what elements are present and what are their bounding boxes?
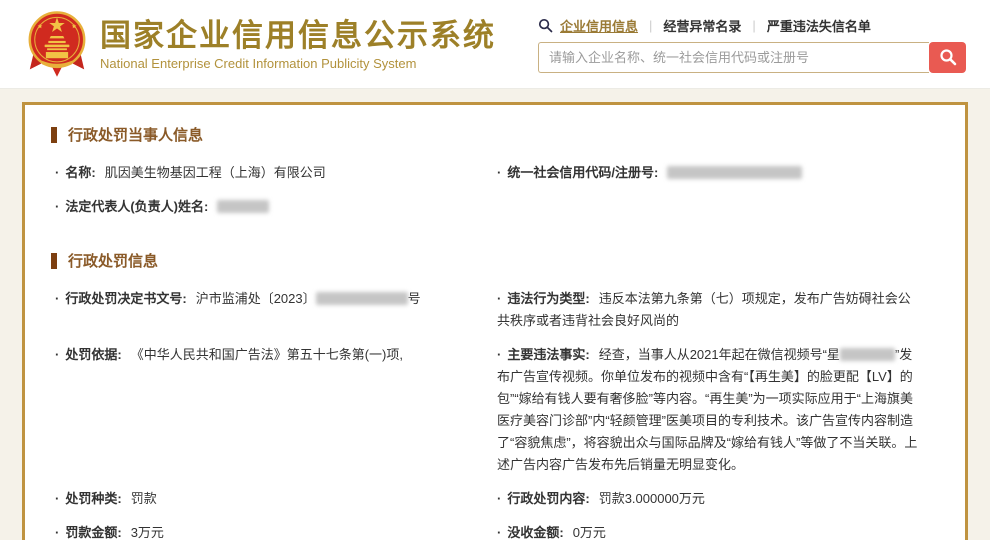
field-penalty-content: · 行政处罚内容: 罚款3.000000万元 <box>493 484 939 518</box>
field-credit-code: · 统一社会信用代码/注册号: <box>493 158 939 192</box>
section-header-party: 行政处罚当事人信息 <box>51 124 939 145</box>
nav-separator: | <box>752 18 755 33</box>
nav-separator: | <box>649 18 652 33</box>
section-title-text: 行政处罚当事人信息 <box>68 124 203 145</box>
field-value: 号 <box>408 291 421 306</box>
redacted-credit-code <box>667 166 802 179</box>
search-input[interactable] <box>538 42 929 73</box>
field-doc-number: · 行政处罚决定书文号: 沪市监浦处〔2023〕 号 <box>51 284 493 340</box>
bullet: · <box>55 347 59 362</box>
field-label: 名称: <box>65 165 95 180</box>
field-label: 统一社会信用代码/注册号: <box>507 165 658 180</box>
search-icon <box>538 18 553 33</box>
bullet: · <box>497 165 501 180</box>
field-value: 肌因美生物基因工程（上海）有限公司 <box>105 165 326 180</box>
field-label: 处罚依据: <box>65 347 121 362</box>
redacted-wechat-account <box>840 348 895 361</box>
field-label: 主要违法事实: <box>507 347 589 362</box>
main-area: 行政处罚当事人信息 · 名称: 肌因美生物基因工程（上海）有限公司 · 统一社会信用代… <box>0 89 990 540</box>
field-penalty-type: · 处罚种类: 罚款 <box>51 484 493 518</box>
header-right: 企业信用信息 | 经营异常名录 | 严重违法失信名单 <box>538 16 966 73</box>
section-title-text: 行政处罚信息 <box>68 250 158 271</box>
nav-link-abnormal-operations[interactable]: 经营异常名录 <box>663 16 741 35</box>
field-value: 3万元 <box>131 525 164 540</box>
bullet: · <box>55 291 59 306</box>
bullet: · <box>497 291 501 306</box>
section-marker <box>51 253 57 269</box>
search-button[interactable] <box>929 42 966 73</box>
site-title-cn: 国家企业信用信息公示系统 <box>100 17 496 54</box>
bullet: · <box>55 165 59 180</box>
field-label: 违法行为类型: <box>507 291 589 306</box>
field-value: 经查，当事人从2021年起在微信视频号“星 <box>599 347 840 362</box>
section-header-penalty: 行政处罚信息 <box>51 250 939 271</box>
section-marker <box>51 127 57 143</box>
top-nav: 企业信用信息 | 经营异常名录 | 严重违法失信名单 <box>538 16 966 35</box>
field-value: 罚款 <box>131 491 157 506</box>
content-card: 行政处罚当事人信息 · 名称: 肌因美生物基因工程（上海）有限公司 · 统一社会信用代… <box>22 102 968 540</box>
field-label: 没收金额: <box>507 525 563 540</box>
field-value: ”发布广告宣传视频。你单位发布的视频中含有“【再生美】的脸更配【LV】的包”“嫁… <box>497 347 917 472</box>
field-main-facts: · 主要违法事实: 经查，当事人从2021年起在微信视频号“星”发布广告宣传视频。你… <box>493 340 939 484</box>
field-confiscate-amount: · 没收金额: 0万元 <box>493 518 939 540</box>
site-title-en: National Enterprise Credit Information P… <box>100 56 496 71</box>
field-legal-rep: · 法定代表人(负责人)姓名: <box>51 192 493 226</box>
national-emblem-logo <box>26 10 88 78</box>
empty-cell <box>493 192 939 226</box>
field-label: 法定代表人(负责人)姓名: <box>65 199 208 214</box>
field-label: 罚款金额: <box>65 525 121 540</box>
bullet: · <box>55 491 59 506</box>
nav-link-enterprise-credit[interactable]: 企业信用信息 <box>560 16 638 35</box>
field-value: 0万元 <box>573 525 606 540</box>
field-value: 沪市监浦处〔2023〕 <box>196 291 316 306</box>
field-label: 行政处罚内容: <box>507 491 589 506</box>
field-fine-amount: · 罚款金额: 3万元 <box>51 518 493 540</box>
field-value: 罚款3.000000万元 <box>599 491 705 506</box>
bullet: · <box>497 525 501 540</box>
field-label: 处罚种类: <box>65 491 121 506</box>
redacted-legal-rep-name <box>217 200 269 213</box>
bullet: · <box>55 525 59 540</box>
bullet: · <box>497 491 501 506</box>
search-button-icon <box>939 48 957 66</box>
bullet: · <box>55 199 59 214</box>
bullet: · <box>497 347 501 362</box>
search-bar <box>538 42 966 73</box>
penalty-fields: ·行政处罚决定书文号:沪市监浦处〔2023〕号 ·违法行为类型:违反本法第九条第… <box>51 284 939 540</box>
field-value: 《中华人民共和国广告法》第五十七条第(一)项, <box>131 347 403 362</box>
app-header: 国家企业信用信息公示系统 National Enterprise Credit … <box>0 0 990 89</box>
site-title-block: 国家企业信用信息公示系统 National Enterprise Credit … <box>100 17 496 71</box>
redacted-doc-number <box>316 292 408 305</box>
party-fields: · 名称: 肌因美生物基因工程（上海）有限公司 · 统一社会信用代码/注册号: · 法定… <box>51 158 939 226</box>
field-company-name: · 名称: 肌因美生物基因工程（上海）有限公司 <box>51 158 493 192</box>
field-penalty-basis: · 处罚依据: 《中华人民共和国广告法》第五十七条第(一)项, <box>51 340 493 484</box>
nav-link-serious-violations[interactable]: 严重违法失信名单 <box>767 16 871 35</box>
field-illegal-type: ·违法行为类型:违反本法第九条第（七）项规定，发布广告妨碍社会公共秩序或者违背社… <box>493 284 939 340</box>
field-label: 行政处罚决定书文号: <box>65 291 186 306</box>
